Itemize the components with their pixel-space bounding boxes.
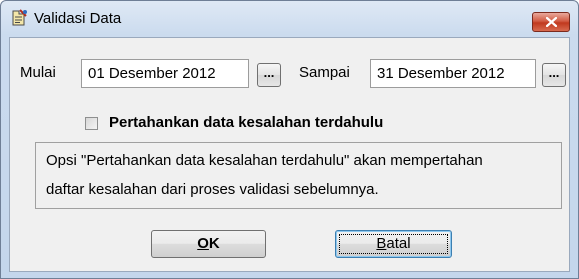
keep-errors-label[interactable]: Pertahankan data kesalahan terdahulu bbox=[109, 114, 383, 131]
validate-data-icon bbox=[10, 9, 28, 27]
ok-button-label: K bbox=[208, 235, 220, 252]
start-date-label: Mulai bbox=[20, 64, 56, 81]
title-bar[interactable]: Validasi Data bbox=[1, 1, 578, 35]
ok-button-mnemonic: O bbox=[197, 235, 209, 252]
end-date-field[interactable]: 31 Desember 2012 bbox=[370, 59, 536, 88]
start-date-field[interactable]: 01 Desember 2012 bbox=[81, 59, 249, 88]
end-date-picker-button[interactable]: ... bbox=[542, 63, 566, 87]
end-date-label: Sampai bbox=[299, 64, 350, 81]
info-panel: Opsi "Pertahankan data kesalahan terdahu… bbox=[35, 142, 562, 209]
focus-ring bbox=[339, 234, 448, 254]
start-date-picker-button[interactable]: ... bbox=[257, 63, 281, 87]
close-icon bbox=[546, 17, 557, 27]
cancel-button[interactable]: Batal bbox=[335, 230, 452, 258]
validasi-data-dialog: Validasi Data Mulai 01 Desember 2012 ...… bbox=[0, 0, 579, 279]
info-text-line-2: daftar kesalahan dari proses validasi se… bbox=[46, 181, 379, 198]
close-button[interactable] bbox=[532, 12, 570, 32]
dialog-content: Mulai 01 Desember 2012 ... Sampai 31 Des… bbox=[9, 37, 570, 272]
info-text-line-1: Opsi "Pertahankan data kesalahan terdahu… bbox=[46, 152, 483, 169]
ok-button[interactable]: OK bbox=[151, 230, 266, 258]
keep-errors-checkbox[interactable] bbox=[85, 117, 98, 130]
window-title: Validasi Data bbox=[34, 10, 122, 27]
